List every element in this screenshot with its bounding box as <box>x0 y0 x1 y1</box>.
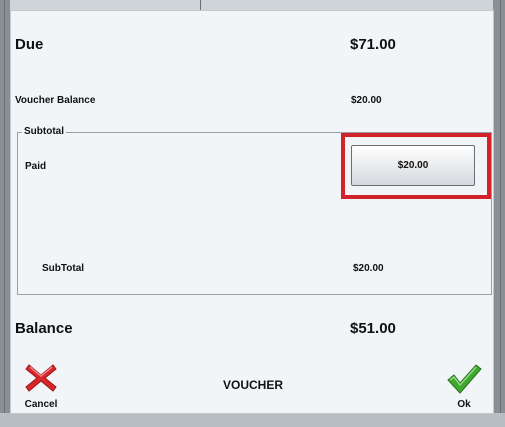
paid-amount-button[interactable]: $20.00 <box>351 145 475 186</box>
background-right-strip <box>493 0 505 427</box>
ok-button[interactable]: Ok <box>446 363 482 410</box>
subtotal-label: SubTotal <box>42 263 85 274</box>
dialog-title: VOUCHER <box>222 378 283 392</box>
background-left-strip <box>0 0 10 427</box>
subtotal-value: $20.00 <box>353 263 384 274</box>
checkmark-icon <box>446 363 482 395</box>
ok-label: Ok <box>457 399 471 410</box>
cancel-label: Cancel <box>24 399 58 410</box>
paid-label: Paid <box>25 161 47 172</box>
background-divider <box>200 0 201 10</box>
balance-label: Balance <box>15 320 73 337</box>
background-bottom-strip <box>0 413 505 427</box>
subtotal-group-label: Subtotal <box>22 126 66 137</box>
background-divider <box>4 0 5 427</box>
voucher-balance-label: Voucher Balance <box>15 95 96 106</box>
background-divider <box>500 0 501 427</box>
due-label: Due <box>15 36 44 53</box>
due-value: $71.00 <box>350 36 396 53</box>
voucher-dialog: Due $71.00 Voucher Balance $20.00 Subtot… <box>10 10 494 414</box>
balance-value: $51.00 <box>350 320 396 337</box>
voucher-balance-value: $20.00 <box>351 95 382 106</box>
